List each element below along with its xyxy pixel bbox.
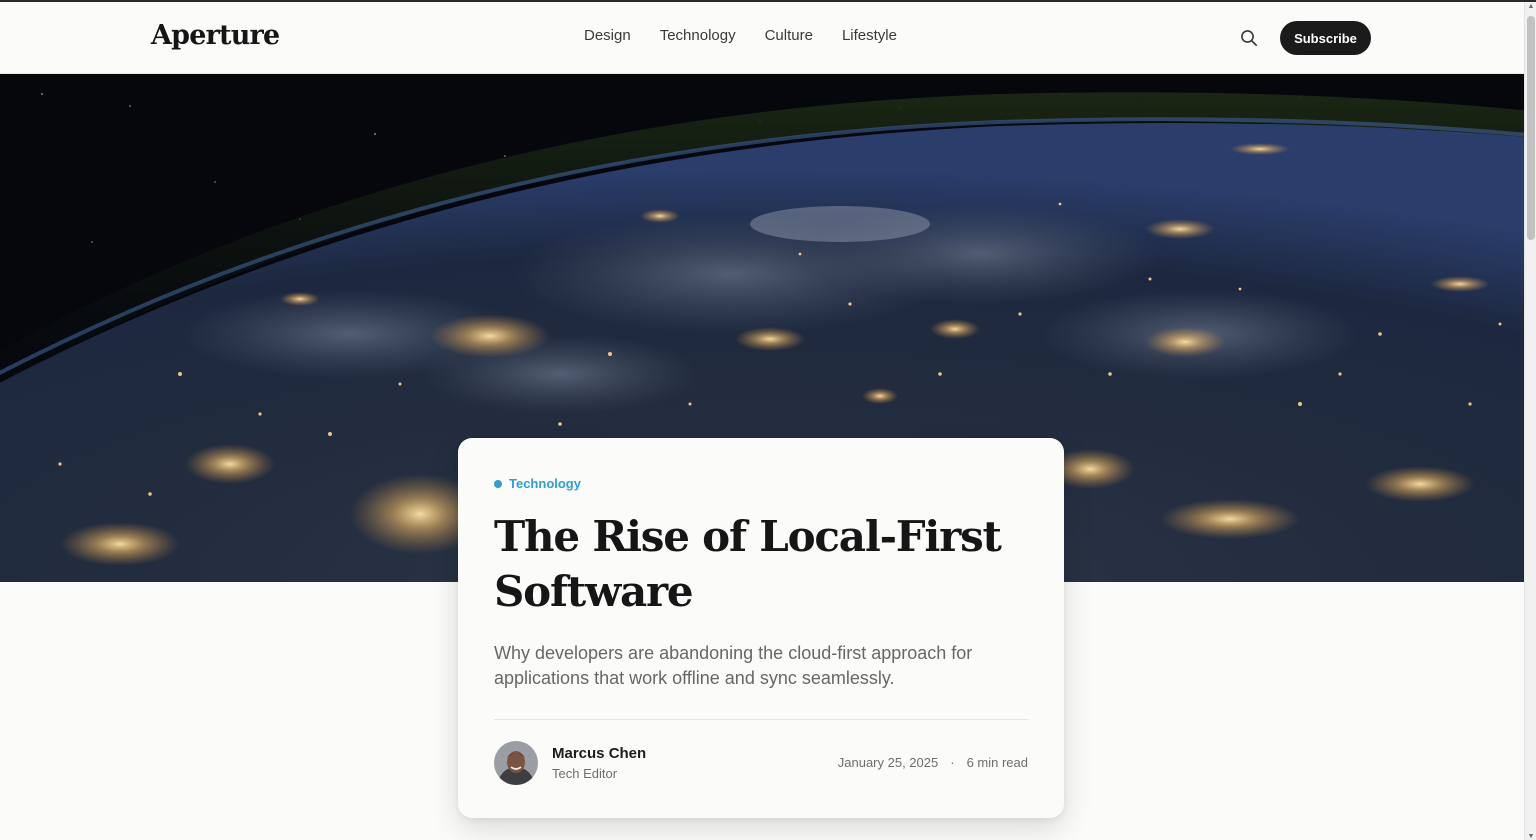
- article-byline: Marcus Chen Tech Editor January 25, 2025…: [494, 741, 1028, 785]
- site-header: Aperture Design Technology Culture Lifes…: [0, 2, 1524, 74]
- featured-article-card[interactable]: Technology The Rise of Local-First Softw…: [458, 438, 1064, 818]
- page-scrollbar[interactable]: ▲ ▼: [1524, 2, 1536, 840]
- publish-date: January 25, 2025: [837, 755, 939, 770]
- meta-separator: ·: [950, 755, 955, 770]
- category-dot-icon: [494, 479, 502, 488]
- author-avatar[interactable]: [494, 741, 538, 785]
- nav-link-culture[interactable]: Culture: [765, 27, 813, 44]
- author-avatar-icon: [494, 741, 538, 785]
- author-role: Tech Editor: [552, 766, 618, 781]
- nav-link-design[interactable]: Design: [584, 27, 631, 44]
- search-icon: [1241, 30, 1258, 47]
- author-name[interactable]: Marcus Chen: [552, 745, 646, 762]
- nav-link-lifestyle[interactable]: Lifestyle: [842, 27, 897, 44]
- article-title[interactable]: The Rise of Local-First Software: [494, 509, 1028, 619]
- card-divider: [494, 719, 1028, 720]
- article-category[interactable]: Technology: [494, 476, 1028, 491]
- nav-link-technology[interactable]: Technology: [660, 27, 736, 44]
- search-button[interactable]: [1238, 27, 1260, 49]
- subscribe-button[interactable]: Subscribe: [1280, 21, 1371, 55]
- main-nav: Design Technology Culture Lifestyle: [584, 27, 897, 44]
- article-dek: Why developers are abandoning the cloud-…: [494, 643, 973, 688]
- author-info: Marcus Chen Tech Editor: [552, 745, 646, 781]
- read-time: 6 min read: [966, 755, 1028, 770]
- scrollbar-thumb[interactable]: [1527, 16, 1535, 240]
- scroll-down-icon[interactable]: ▼: [1527, 833, 1535, 840]
- site-logo[interactable]: Aperture: [151, 20, 280, 51]
- article-category-label: Technology: [509, 476, 581, 491]
- article-meta: January 25, 2025 · 6 min read: [838, 755, 1028, 770]
- scroll-up-icon[interactable]: ▲: [1527, 3, 1535, 11]
